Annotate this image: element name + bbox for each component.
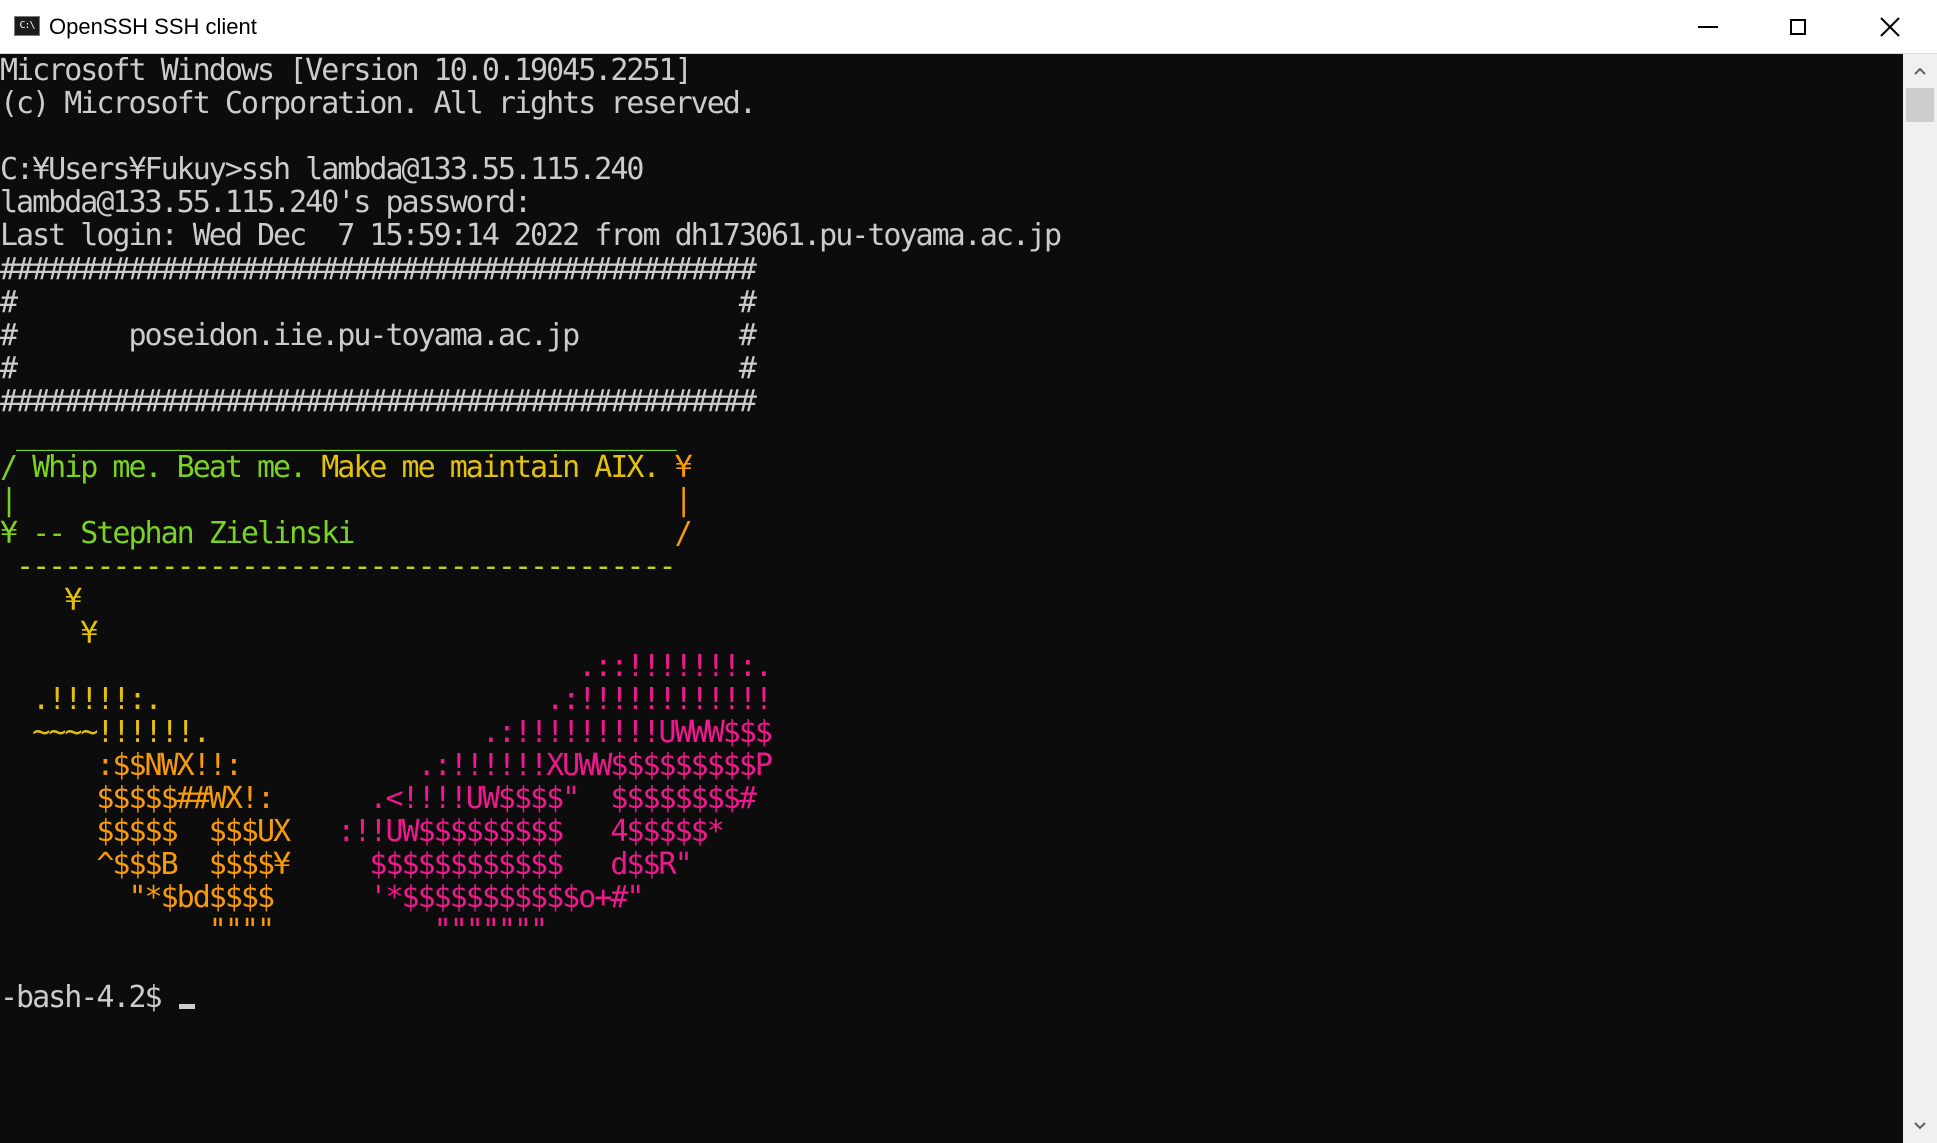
terminal-text: | [0,483,18,519]
terminal-text: Last login: Wed Dec 7 15:59:14 2022 from… [0,218,1062,254]
terminal-line: ________________________________________… [0,418,1903,451]
terminal-text: ########################################… [0,383,757,419]
scroll-up-arrow-icon [1914,67,1926,75]
close-button[interactable] [1843,0,1937,54]
terminal-line: ¥ [0,582,1903,618]
terminal-line: (c) Microsoft Corporation. All rights re… [0,87,1903,120]
terminal-line: .!!!!!:. .:!!!!!!!!!!!! [0,683,1903,716]
minimize-icon [1698,26,1718,28]
terminal-line: $$$$$##WX!: .<!!!!UW$$$$" $$$$$$$$# [0,782,1903,815]
scroll-thumb[interactable] [1906,88,1934,122]
terminal-text: Microsoft Windows [Version 10.0.19045.22… [0,54,693,88]
terminal-line: | | [0,484,1903,517]
terminal-line: # poseidon.iie.pu-toyama.ac.jp # [0,319,1903,352]
terminal-text: # poseidon.iie.pu-toyama.ac.jp # [0,317,757,353]
terminal-line: "*$bd$$$$ '*$$$$$$$$$$$o+#" [0,881,1903,914]
maximize-button[interactable] [1753,0,1843,54]
terminal-line: ¥ [0,617,1903,650]
terminal-line: """" """"""" [0,914,1903,947]
vertical-scrollbar[interactable] [1903,54,1937,1143]
terminal-line: -bash-4.2$ [0,981,1903,1014]
terminal-text: """"""" [433,913,548,949]
terminal-text: $$$$$$$$$$$$ d$$R" [369,847,692,883]
terminal-text: lambda@133.55.115.240's password: [0,185,532,221]
maximize-icon [1790,19,1806,35]
terminal-line: Microsoft Windows [Version 10.0.19045.22… [0,54,1903,87]
terminal-text: | [16,483,693,519]
terminal-line: ~~~~!!!!!!. .:!!!!!!!!!UWWW$$$ [0,716,1903,749]
terminal-text: Make me maintain AIX. [321,450,660,486]
terminal-line: ^$$$B $$$$¥ $$$$$$$$$$$$ d$$R" [0,848,1903,881]
terminal-text: .<!!!!UW$$$$" $$$$$$$$# [369,781,756,817]
scroll-up-button[interactable] [1903,54,1937,88]
terminal-text: .:!!!!!!!!!UWWW$$$ [481,714,773,750]
terminal-text: / Whip me. Beat me. [0,450,322,486]
terminal-text: "*$bd$$$$ [0,880,275,916]
terminal-line: Last login: Wed Dec 7 15:59:14 2022 from… [0,219,1903,252]
title-bar[interactable]: C:\ OpenSSH SSH client [0,0,1937,54]
terminal-text: """" [0,913,275,949]
terminal-line: C:¥Users¥Fukuy>ssh lambda@133.55.115.240 [0,153,1903,186]
close-icon [1880,17,1900,37]
terminal-line: lambda@133.55.115.240's password: [0,186,1903,219]
terminal-output[interactable]: Microsoft Windows [Version 10.0.19045.22… [0,54,1903,1143]
terminal-line: / Whip me. Beat me. Make me maintain AIX… [0,451,1903,484]
terminal-text: :$$NWX!!: [0,747,243,783]
scroll-down-arrow-icon [1914,1122,1926,1130]
window-title: OpenSSH SSH client [49,14,257,39]
terminal-text: ----------------------------------------… [0,549,677,585]
terminal-text: ~~~~!!!!!!. [0,714,211,750]
terminal-text: ########################################… [0,251,757,287]
terminal-line: $$$$$ $$$UX :!!UW$$$$$$$$$ 4$$$$$* [0,815,1903,848]
terminal-text: ¥ [0,615,98,651]
text-cursor [178,1003,195,1009]
terminal-line: # # [0,352,1903,385]
terminal-text: '*$$$$$$$$$$$o+#" [369,880,644,916]
terminal-text: C:¥Users¥Fukuy>ssh lambda@133.55.115.240 [0,152,644,188]
terminal-line: :$$NWX!!: .:!!!!!!XUWW$$$$$$$$$P [0,749,1903,782]
terminal-text: $$$$$##WX!: [0,781,275,817]
terminal-text: / [353,516,693,552]
terminal-line: # # [0,286,1903,319]
terminal-text: :!!UW$$$$$$$$$ 4$$$$$* [337,814,724,850]
terminal-text: ¥ [658,450,693,486]
scroll-down-button[interactable] [1903,1109,1937,1143]
terminal-line: ########################################… [0,253,1903,286]
terminal-text: # # [0,284,757,320]
terminal-line: ¥ -- Stephan Zielinski / [0,517,1903,550]
console-app-icon[interactable]: C:\ [14,16,40,36]
terminal-text: ¥ [0,582,82,618]
terminal-line: .::!!!!!!!:. [0,650,1903,683]
terminal-text: .:!!!!!!!!!!!! [546,681,773,717]
terminal-text: # # [0,350,757,386]
terminal-text: $$$$$ $$$UX [0,814,291,850]
minimize-button[interactable] [1663,0,1753,54]
terminal-text: ¥ -- Stephan Zielinski [0,516,355,552]
terminal-text: (c) Microsoft Corporation. All rights re… [0,86,757,122]
terminal-text: .::!!!!!!!:. [578,648,773,684]
terminal-text: ^$$$B $$$$¥ [0,847,291,883]
terminal-line: ########################################… [0,385,1903,418]
terminal-line: ----------------------------------------… [0,550,1903,583]
terminal-text: .:!!!!!!XUWW$$$$$$$$$P [417,747,773,783]
terminal-text: ________________________________________… [0,417,677,453]
terminal-text: -bash-4.2$ [0,979,177,1015]
terminal-text: .!!!!!:. [0,681,163,717]
